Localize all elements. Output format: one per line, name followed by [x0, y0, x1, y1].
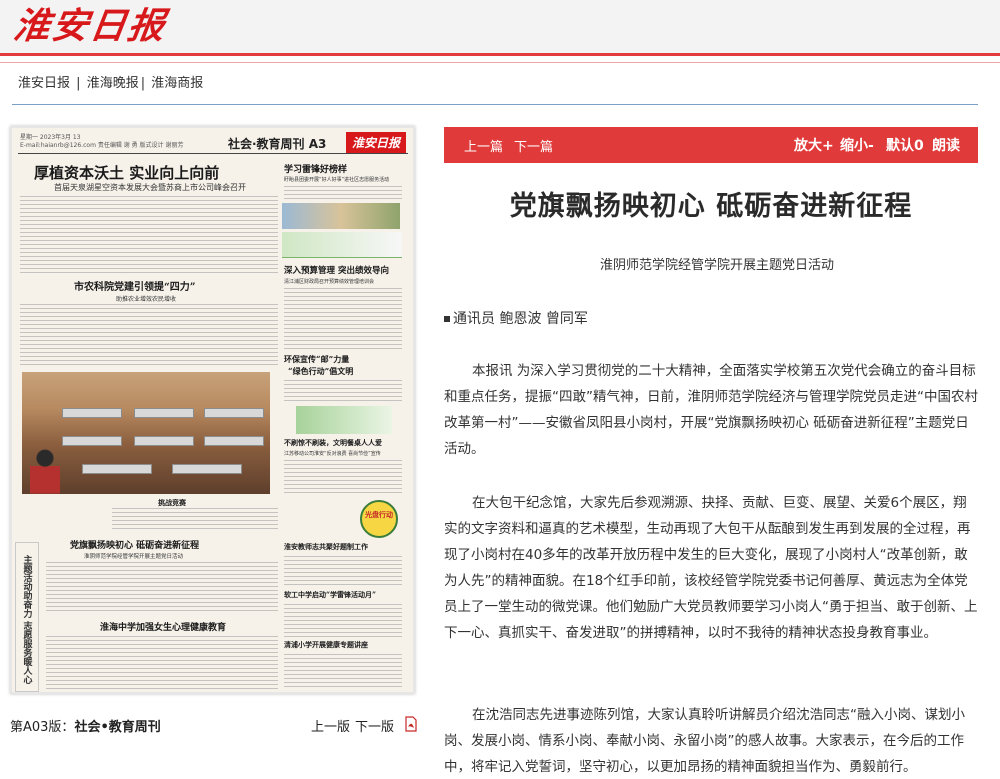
- paper-body-text: [284, 604, 402, 638]
- paper-top-bar: 星期一 2023年3月 13 E-mail:haianrb@126.com 责任…: [18, 132, 408, 154]
- paper-headline-1[interactable]: 厚植资本沃土 实业向上向前: [34, 162, 219, 183]
- next-article-link[interactable]: 下一篇: [514, 136, 553, 155]
- paper-editor-line: E-mail:haianrb@126.com 责任编辑 谢 勇 版式设计 谢丽芳: [20, 142, 184, 149]
- zoom-in-button[interactable]: 放大+: [794, 135, 834, 155]
- prev-page-link[interactable]: 上一版: [311, 720, 350, 735]
- article-paragraph: 本报讯 为深入学习贯彻党的二十大精神，全面落实学校第五次党代会确立的奋斗目标和重…: [444, 363, 978, 457]
- paper-photo: [22, 372, 270, 494]
- site-links: 淮安日报 | 淮海晚报 | 淮海商报: [18, 76, 204, 91]
- paper-body-text: [284, 380, 402, 404]
- content-divider: [12, 104, 978, 105]
- paper-photo-caption: 挑战竞赛: [158, 499, 186, 507]
- paper-headline-11[interactable]: 清浦小学开展健康专题讲座: [284, 640, 368, 650]
- link-huaihai-evening[interactable]: 淮海晚报: [87, 76, 139, 91]
- byline-text: 通讯员 鲍恩波 曾同军: [453, 311, 588, 327]
- paper-headline-10[interactable]: 淮海中学加强女生心理健康教育: [100, 620, 226, 633]
- site-logo[interactable]: 淮安日报: [11, 4, 169, 48]
- paper-headline-9[interactable]: 软工中学启动“学雷锋活动月”: [284, 590, 376, 600]
- newspaper-page-image[interactable]: 星期一 2023年3月 13 E-mail:haianrb@126.com 责任…: [10, 126, 415, 694]
- next-page-link[interactable]: 下一版: [355, 720, 394, 735]
- paper-badge: 光盘行动: [360, 500, 398, 538]
- link-huaian-daily[interactable]: 淮安日报: [18, 76, 70, 91]
- paper-banner-graphic: [282, 232, 402, 258]
- paper-subhead-3: 盱眙县团委开展“好人好事”进社区志愿服务活动: [284, 177, 390, 183]
- paper-body-text: [46, 562, 278, 614]
- paper-headline-5b: “绿色行动”倡文明: [288, 366, 354, 376]
- article-title: 党旗飘扬映初心 砥砺奋进新征程: [509, 191, 913, 222]
- page-pager: 上一版 下一版: [311, 716, 399, 735]
- paper-body-text: [284, 556, 402, 586]
- header-divider: [0, 62, 1000, 63]
- bullet-square-icon: [444, 316, 450, 322]
- paper-date: 星期一 2023年3月 13: [20, 134, 81, 141]
- newspaper-page: 星期一 2023年3月 13 E-mail:haianrb@126.com 责任…: [12, 128, 413, 692]
- paper-side-column: 主题活动助奋力 志愿服务暖人心: [15, 542, 39, 692]
- paper-subhead-7: 淮阴师范学院经管学院开展主题党日活动: [84, 554, 184, 560]
- paper-body-text: [284, 288, 402, 350]
- paper-small-photo: [282, 203, 400, 229]
- article-paragraph: 在沈浩同志先进事迹陈列馆，大家认真聆听讲解员介绍沈浩同志“融入小岗、谋划小岗、发…: [444, 707, 965, 775]
- paper-section-title: 社会·教育周刊 A3: [228, 137, 327, 151]
- paper-headline-3[interactable]: 学习雷锋好榜样: [284, 162, 347, 175]
- zoom-reset-button[interactable]: 默认0: [886, 135, 924, 155]
- paper-subhead-2: 助推农业增效农民增收: [116, 296, 177, 303]
- read-aloud-button[interactable]: 朗读: [932, 135, 960, 155]
- paper-subhead-4: 清江浦区财政局召开预算绩效管理培训会: [284, 279, 375, 285]
- paper-headline-6[interactable]: 不刷惊不刷装，文明餐桌人人爱: [284, 438, 382, 448]
- edition-label: 第A03版：社会•教育周刊: [10, 720, 161, 735]
- article-byline: 通讯员 鲍恩波 曾同军: [444, 308, 588, 328]
- paper-flag: 淮安日报: [345, 132, 406, 153]
- zoom-out-button[interactable]: 缩小-: [840, 135, 874, 155]
- article-paragraph: 在大包干纪念馆，大家先后参观溯源、抉择、贡献、巨变、展望、关爱6个展区，翔实的文…: [444, 495, 978, 641]
- paper-headline-2[interactable]: 市农科院党建引领提“四力”: [74, 278, 196, 293]
- paper-body-text: [112, 508, 278, 530]
- paper-headline-7[interactable]: 党旗飘扬映初心 砥砺奋进新征程: [70, 538, 199, 551]
- paper-side-text: 主题活动助奋力 志愿服务暖人心: [21, 555, 32, 685]
- paper-headline-8[interactable]: 淮安教师志共聚好题制工作: [284, 542, 368, 552]
- paper-headline-5[interactable]: 环保宣传“邮”力量: [284, 354, 349, 365]
- paper-body-text: [284, 460, 402, 496]
- link-huaihai-business[interactable]: 淮海商报: [151, 76, 203, 91]
- masthead: 淮安日报: [0, 0, 1000, 56]
- article-toolbar: 上一篇 下一篇 放大+ 缩小- 默认0 朗读: [444, 127, 978, 163]
- paper-body-text: [284, 654, 402, 690]
- paper-banner-graphic: [296, 406, 392, 434]
- paper-body-text: [46, 636, 278, 690]
- pdf-icon[interactable]: [404, 716, 418, 732]
- prev-article-link[interactable]: 上一篇: [464, 136, 503, 155]
- paper-body-text: [20, 304, 278, 368]
- paper-subhead-6: 江苏移动公司淮安“反对浪费 喜尚节俭”宣传: [284, 451, 381, 457]
- paper-body-text: [20, 196, 278, 274]
- paper-body-text: [284, 186, 402, 202]
- paper-headline-4[interactable]: 深入预算管理 突出绩效导向: [284, 264, 389, 276]
- paper-subhead-1: 首届天泉湖星空资本发展大会暨苏商上市公司峰会召开: [54, 183, 246, 192]
- edition-name: 社会•教育周刊: [74, 720, 161, 735]
- paper-photo-person: [30, 448, 60, 494]
- article-subtitle: 淮阴师范学院经管学院开展主题党日活动: [600, 258, 835, 273]
